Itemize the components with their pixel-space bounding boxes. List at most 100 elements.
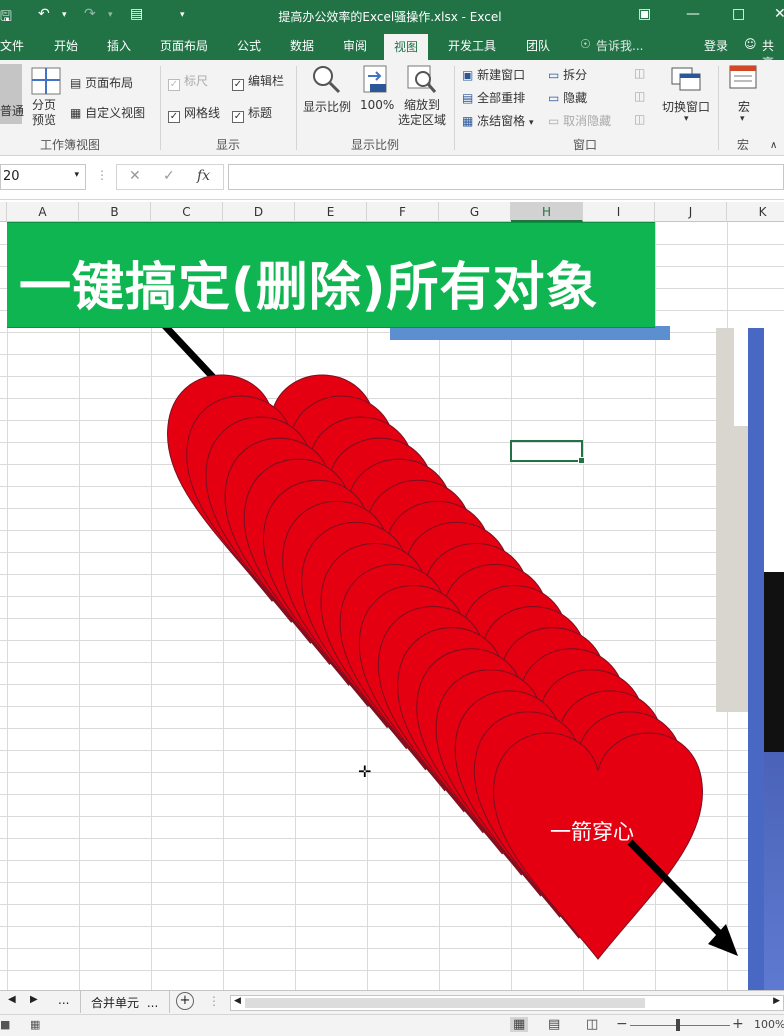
collapse-ribbon-icon[interactable]: ∧ [770,140,777,151]
zoom-to-selection-icon[interactable] [406,64,438,94]
hearts-and-arrow-shapes[interactable] [0,222,784,990]
minimize-icon[interactable]: — [686,6,700,22]
switch-windows-dropdown-icon[interactable]: ▾ [684,114,689,124]
arrange-all-button[interactable]: ▤ 全部重排 [462,89,525,106]
scroll-left-icon[interactable]: ◀ [234,996,241,1006]
column-header[interactable]: B [79,202,151,222]
gridlines-checkbox[interactable]: ✓ 网格线 [168,104,220,123]
select-all-corner[interactable] [0,202,7,222]
next-sheet-icon[interactable]: ▶ [30,994,38,1005]
shape-text-label[interactable]: 一箭穿心 [550,816,634,846]
insert-function-icon[interactable]: fx [197,168,210,184]
tab-insert[interactable]: 插入 [107,37,131,54]
column-header[interactable]: K [727,202,784,222]
tab-split-grip-icon[interactable]: ⋮ [208,994,220,1008]
switch-windows-label[interactable]: 切换窗口 [662,98,710,115]
tab-team[interactable]: 团队 [526,37,550,54]
freeze-panes-button[interactable]: ▦ 冻结窗格 ▾ [462,112,534,129]
undo-icon[interactable]: ↶ [38,6,50,22]
ruler-checkbox[interactable]: ✓ 标尺 [168,72,208,91]
tab-page-layout[interactable]: 页面布局 [160,37,208,54]
zoom-to-selection-label[interactable]: 缩放到 选定区域 [398,98,446,128]
tab-developer[interactable]: 开发工具 [448,37,496,54]
share-icon[interactable]: ☺ [744,37,757,51]
column-header[interactable]: J [655,202,727,222]
split-button[interactable]: ▭ 拆分 [548,66,587,83]
custom-view-button[interactable]: ▦ 自定义视图 [70,104,145,121]
title-banner[interactable]: 一键搞定(删除)所有对象 [7,222,655,328]
tell-me-input[interactable]: 告诉我... [596,37,643,54]
sheet-overflow-left[interactable]: ... [58,993,69,1007]
column-header[interactable]: E [295,202,367,222]
formula-input[interactable] [228,164,784,190]
reset-window-position-icon[interactable]: ◫ [634,112,645,126]
column-header[interactable]: C [151,202,223,222]
column-header[interactable]: A [7,202,79,222]
formula-bar-checkbox[interactable]: ✓ 编辑栏 [232,72,284,91]
headings-checkbox[interactable]: ✓ 标题 [232,104,272,123]
sheet-tab[interactable]: 合并单元 ... [80,991,170,1013]
name-box-dropdown-icon[interactable]: ▾ [74,170,79,180]
unhide-button[interactable]: ▭ 取消隐藏 [548,112,611,129]
tab-review[interactable]: 审阅 [343,37,367,54]
zoom-slider[interactable] [630,1025,730,1026]
switch-windows-icon[interactable] [670,64,702,94]
undo-dropdown-icon[interactable]: ▾ [62,10,67,20]
macro-record-icon[interactable]: ▦ [30,1018,40,1031]
form-icon[interactable]: ▤ [130,6,143,22]
zoom-slider-thumb[interactable] [676,1019,680,1031]
macros-icon[interactable] [728,64,760,94]
hide-button[interactable]: ▭ 隐藏 [548,89,587,106]
tab-home[interactable]: 开始 [54,37,78,54]
tab-file[interactable]: 文件 [0,37,24,54]
column-header[interactable]: I [583,202,655,222]
ribbon-display-icon[interactable]: ▣ [638,6,651,22]
page-layout-status-icon[interactable]: ▤ [548,1017,560,1032]
zoom-100-label[interactable]: 100% [360,98,394,112]
sheet-tab-more[interactable]: ... [147,996,158,1010]
zoom-100-icon[interactable] [360,64,392,94]
view-side-by-side-icon[interactable]: ◫ [634,66,645,80]
customize-qat-icon[interactable]: ▾ [180,10,185,20]
page-break-status-icon[interactable]: ◫ [586,1017,598,1032]
column-header-selected[interactable]: H [511,202,583,222]
column-header[interactable]: D [223,202,295,222]
column-header[interactable]: F [367,202,439,222]
unhide-label: 取消隐藏 [563,114,612,128]
horizontal-scrollbar[interactable]: ◀ ▶ [230,995,784,1011]
redo-dropdown-icon[interactable]: ▾ [108,10,113,20]
scrollbar-thumb[interactable] [245,998,645,1008]
page-break-preview-icon[interactable] [30,66,62,96]
page-break-preview-label[interactable]: 分页 预览 [32,98,62,128]
save-icon[interactable]: 🖫 [0,6,12,30]
synchronous-scrolling-icon[interactable]: ◫ [634,89,645,103]
normal-view-button[interactable]: 普通 [0,64,24,124]
macros-dropdown-icon[interactable]: ▾ [740,114,745,124]
redo-icon[interactable]: ↷ [84,6,96,22]
tab-formulas[interactable]: 公式 [237,37,261,54]
zoom-button-label[interactable]: 显示比例 [303,98,351,115]
scroll-right-icon[interactable]: ▶ [773,996,780,1006]
add-sheet-icon[interactable]: + [176,992,194,1010]
macros-label[interactable]: 宏 [738,98,750,115]
prev-sheet-icon[interactable]: ◀ [8,994,16,1005]
formula-bar-grip-icon[interactable]: ⋮ [96,168,108,182]
zoom-level[interactable]: 100% [754,1018,784,1031]
zoom-magnifier-icon[interactable] [310,64,342,94]
new-window-button[interactable]: ▣ 新建窗口 [462,66,525,83]
page-layout-view-button[interactable]: ▤ 页面布局 [70,74,133,91]
cancel-icon[interactable]: ✕ [129,168,141,184]
login-link[interactable]: 登录 [704,37,728,54]
maximize-icon[interactable]: □ [732,6,745,22]
name-box[interactable]: 20 ▾ [0,164,86,190]
column-header[interactable]: G [439,202,511,222]
zoom-out-icon[interactable]: − [616,1016,628,1032]
tab-view[interactable]: 视图 [384,34,429,60]
sheet-tab-label: 合并单元 [91,996,140,1010]
normal-view-status-icon[interactable]: ▦ [510,1017,529,1032]
tab-data[interactable]: 数据 [290,37,314,54]
enter-icon[interactable]: ✓ [163,168,175,184]
worksheet-grid[interactable]: 一箭穿心 ✛ 一键搞定(删除)所有对象 [0,222,784,990]
close-icon[interactable]: ✕ [774,6,784,22]
zoom-in-icon[interactable]: + [732,1016,744,1032]
